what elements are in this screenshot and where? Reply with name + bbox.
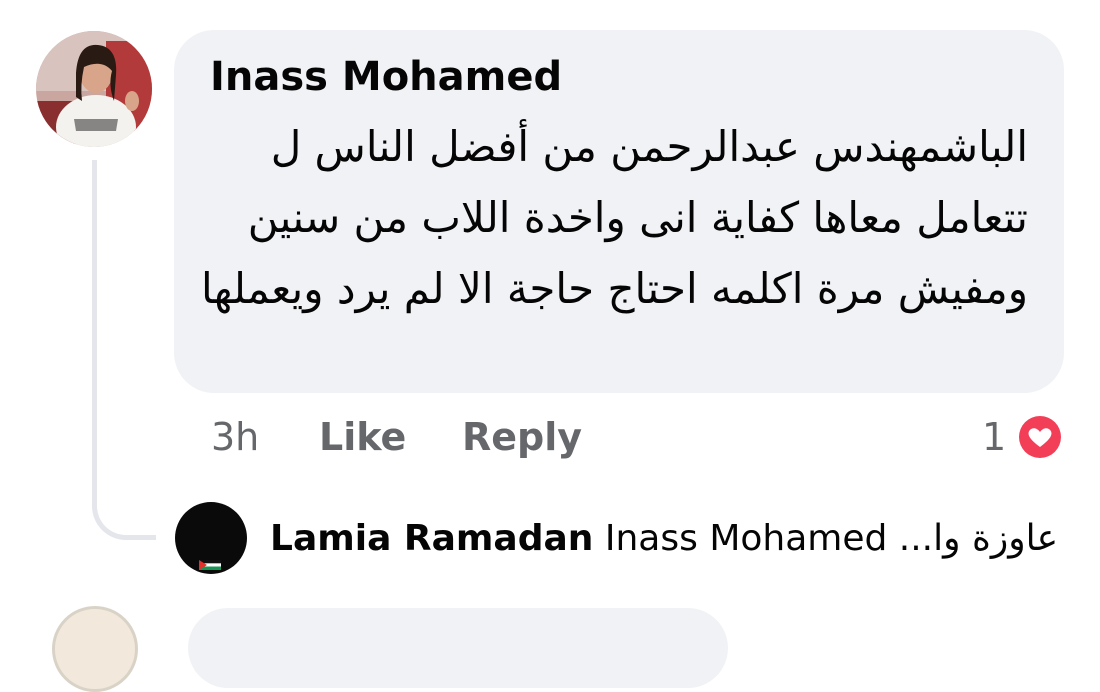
avatar-lamia-ramadan[interactable] [175, 502, 247, 574]
reply-author-name[interactable]: Lamia Ramadan [270, 518, 593, 559]
like-button[interactable]: Like [319, 412, 406, 462]
avatar-inass-mohamed[interactable] [36, 31, 152, 147]
comment-text: الباشمهندس عبدالرحمن من أفضل الناس ل تتع… [200, 122, 1028, 313]
comment-timestamp[interactable]: 3h [211, 412, 259, 462]
comment-author-name[interactable]: Inass Mohamed [210, 52, 562, 102]
reply-summary[interactable]: Lamia Ramadan Inass Mohamed ...عاوزة وا [270, 514, 1058, 564]
thread-connector [92, 160, 156, 540]
comment-bubble[interactable]: Inass Mohamed الباشمهندس عبدالرحمن من أف… [174, 30, 1064, 393]
next-comment-bubble[interactable] [188, 608, 728, 688]
palestine-flag-icon [199, 560, 221, 570]
heart-icon[interactable] [1015, 412, 1065, 462]
reaction-count[interactable]: 1 [982, 412, 1006, 462]
avatar-photo [36, 31, 152, 147]
reply-preview-text: Inass Mohamed ...عاوزة وا [604, 518, 1059, 559]
reply-button[interactable]: Reply [462, 412, 582, 462]
next-comment-avatar[interactable] [52, 606, 138, 692]
